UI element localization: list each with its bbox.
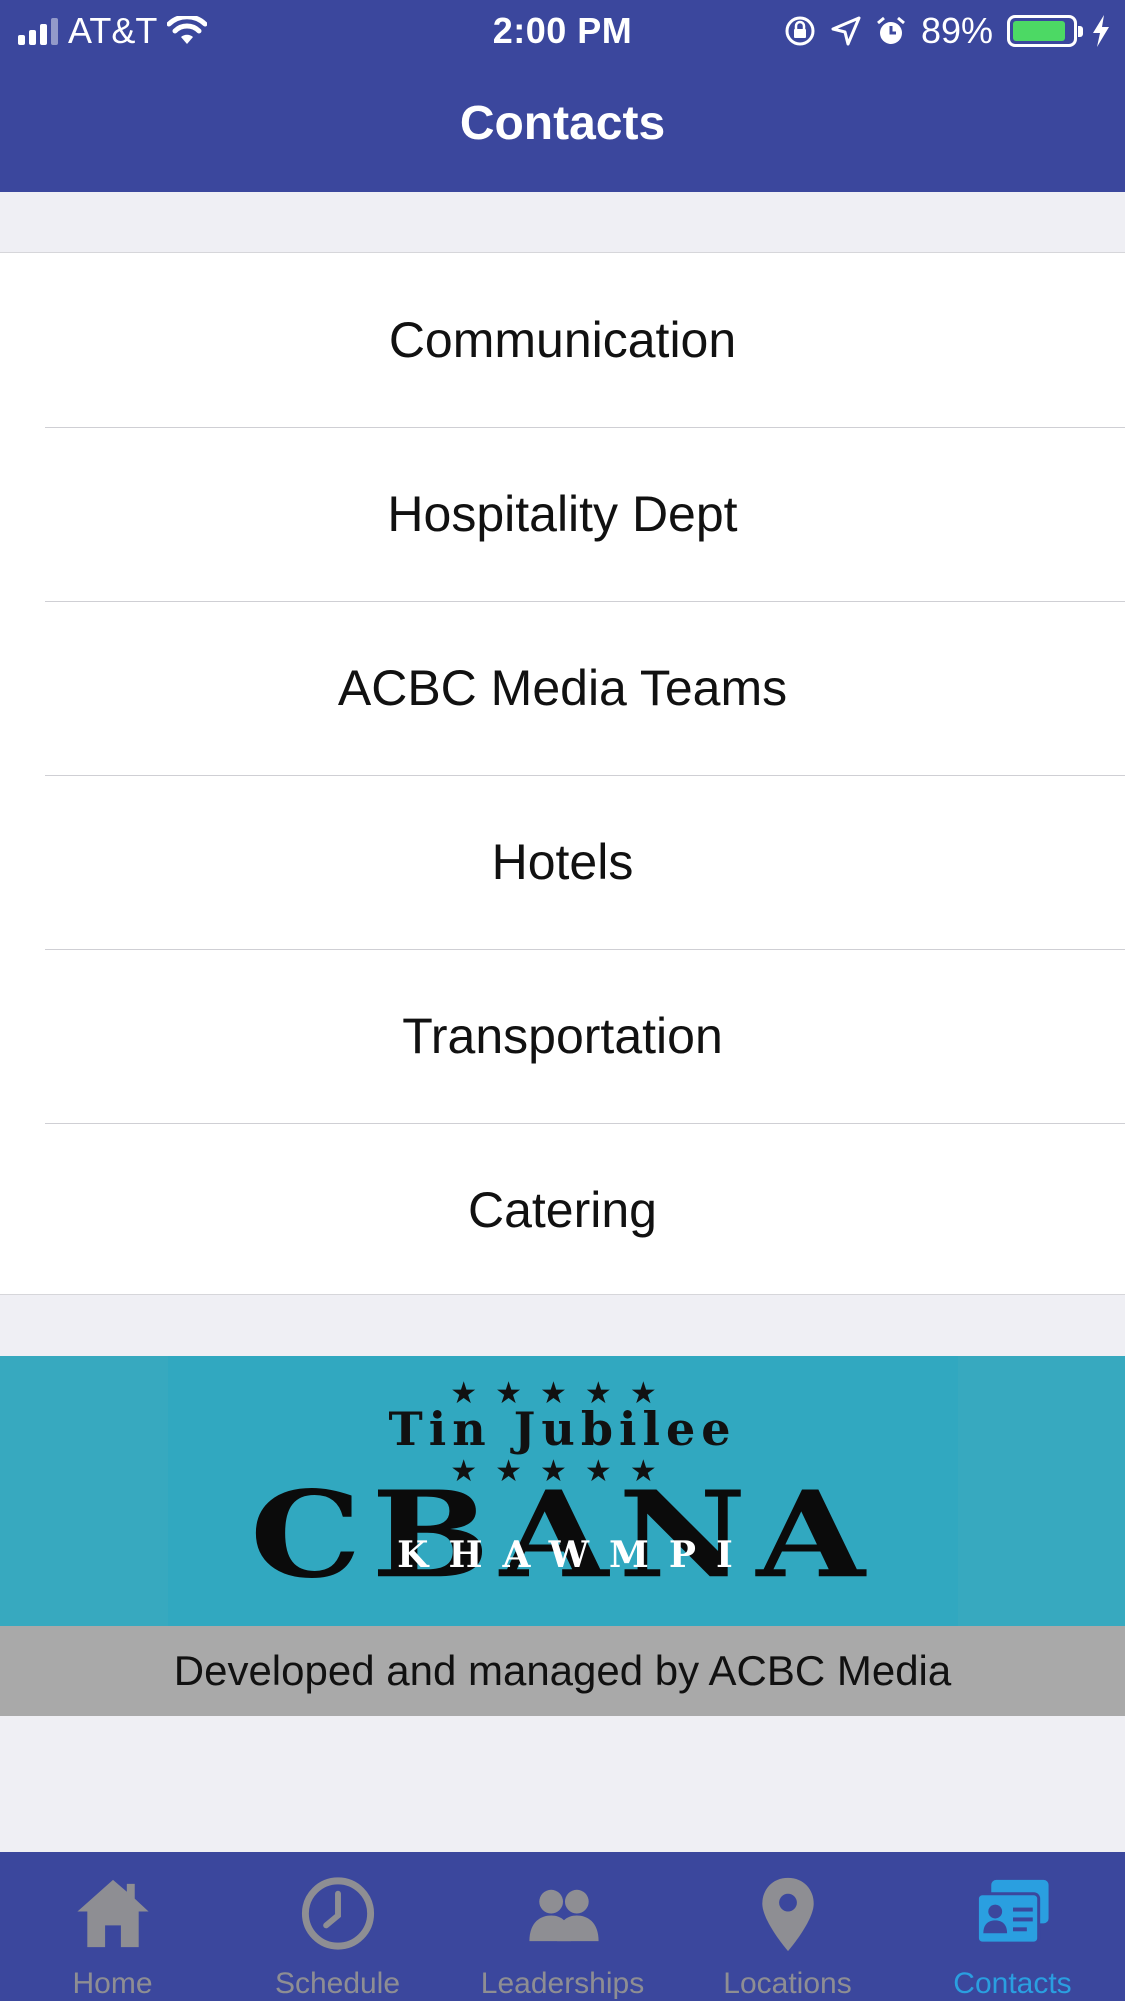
status-right: 89% [783, 10, 1111, 52]
app-header: AT&T 2:00 PM 89% Contacts [0, 0, 1125, 192]
list-item-hospitality-dept[interactable]: Hospitality Dept [0, 427, 1125, 601]
battery-percent: 89% [920, 10, 993, 51]
developer-credit: Developed and managed by ACBC Media [0, 1626, 1125, 1716]
location-icon [831, 16, 861, 46]
tab-label: Locations [723, 1967, 852, 2000]
tab-label: Leaderships [480, 1967, 645, 2000]
battery-fill [1013, 21, 1065, 41]
rotation-lock-icon [785, 16, 815, 46]
list-item-label: ACBC Media Teams [337, 660, 788, 716]
list-item-acbc-media-teams[interactable]: ACBC Media Teams [0, 601, 1125, 775]
map-pin-icon [761, 1877, 814, 1952]
tab-contacts[interactable]: Contacts [900, 1852, 1125, 2001]
list-item-label: Communication [388, 312, 737, 368]
logo-overlay-text: KHAWMPI [397, 1534, 753, 1576]
credit-text: Developed and managed by ACBC Media [173, 1647, 952, 1694]
battery-icon [1007, 15, 1083, 47]
contacts-list: Communication Hospitality Dept ACBC Medi… [0, 252, 1125, 1295]
list-item-transportation[interactable]: Transportation [0, 949, 1125, 1123]
list-item-label: Transportation [402, 1008, 723, 1064]
status-bar: AT&T 2:00 PM 89% [0, 0, 1125, 62]
tab-label: Schedule [274, 1967, 401, 2000]
event-banner: ★★★★★ Tin Jubilee ★★★★★ CBANA KHAWMPI [0, 1356, 1125, 1626]
page-title: Contacts [459, 97, 666, 150]
tab-bar: Home Schedule Leaderships Locations Cont… [0, 1852, 1125, 2001]
list-item-label: Hotels [491, 834, 634, 890]
list-item-label: Hospitality Dept [387, 486, 738, 542]
tab-label: Contacts [953, 1967, 1072, 2000]
clock-icon [301, 1877, 374, 1950]
list-item-communication[interactable]: Communication [0, 253, 1125, 427]
alarm-icon [876, 16, 905, 44]
tab-home[interactable]: Home [0, 1852, 225, 2001]
tab-schedule[interactable]: Schedule [225, 1852, 450, 2001]
tab-locations[interactable]: Locations [675, 1852, 900, 2001]
charging-icon [1093, 15, 1109, 47]
list-item-catering[interactable]: Catering [0, 1123, 1125, 1297]
home-icon [76, 1879, 149, 1948]
logo-subtitle: Tin Jubilee [388, 1402, 737, 1456]
list-item-label: Catering [468, 1182, 657, 1238]
list-item-hotels[interactable]: Hotels [0, 775, 1125, 949]
tab-label: Home [72, 1967, 153, 2000]
tab-leaderships[interactable]: Leaderships [450, 1852, 675, 2001]
people-icon [528, 1889, 599, 1942]
contact-card-icon [975, 1879, 1049, 1945]
